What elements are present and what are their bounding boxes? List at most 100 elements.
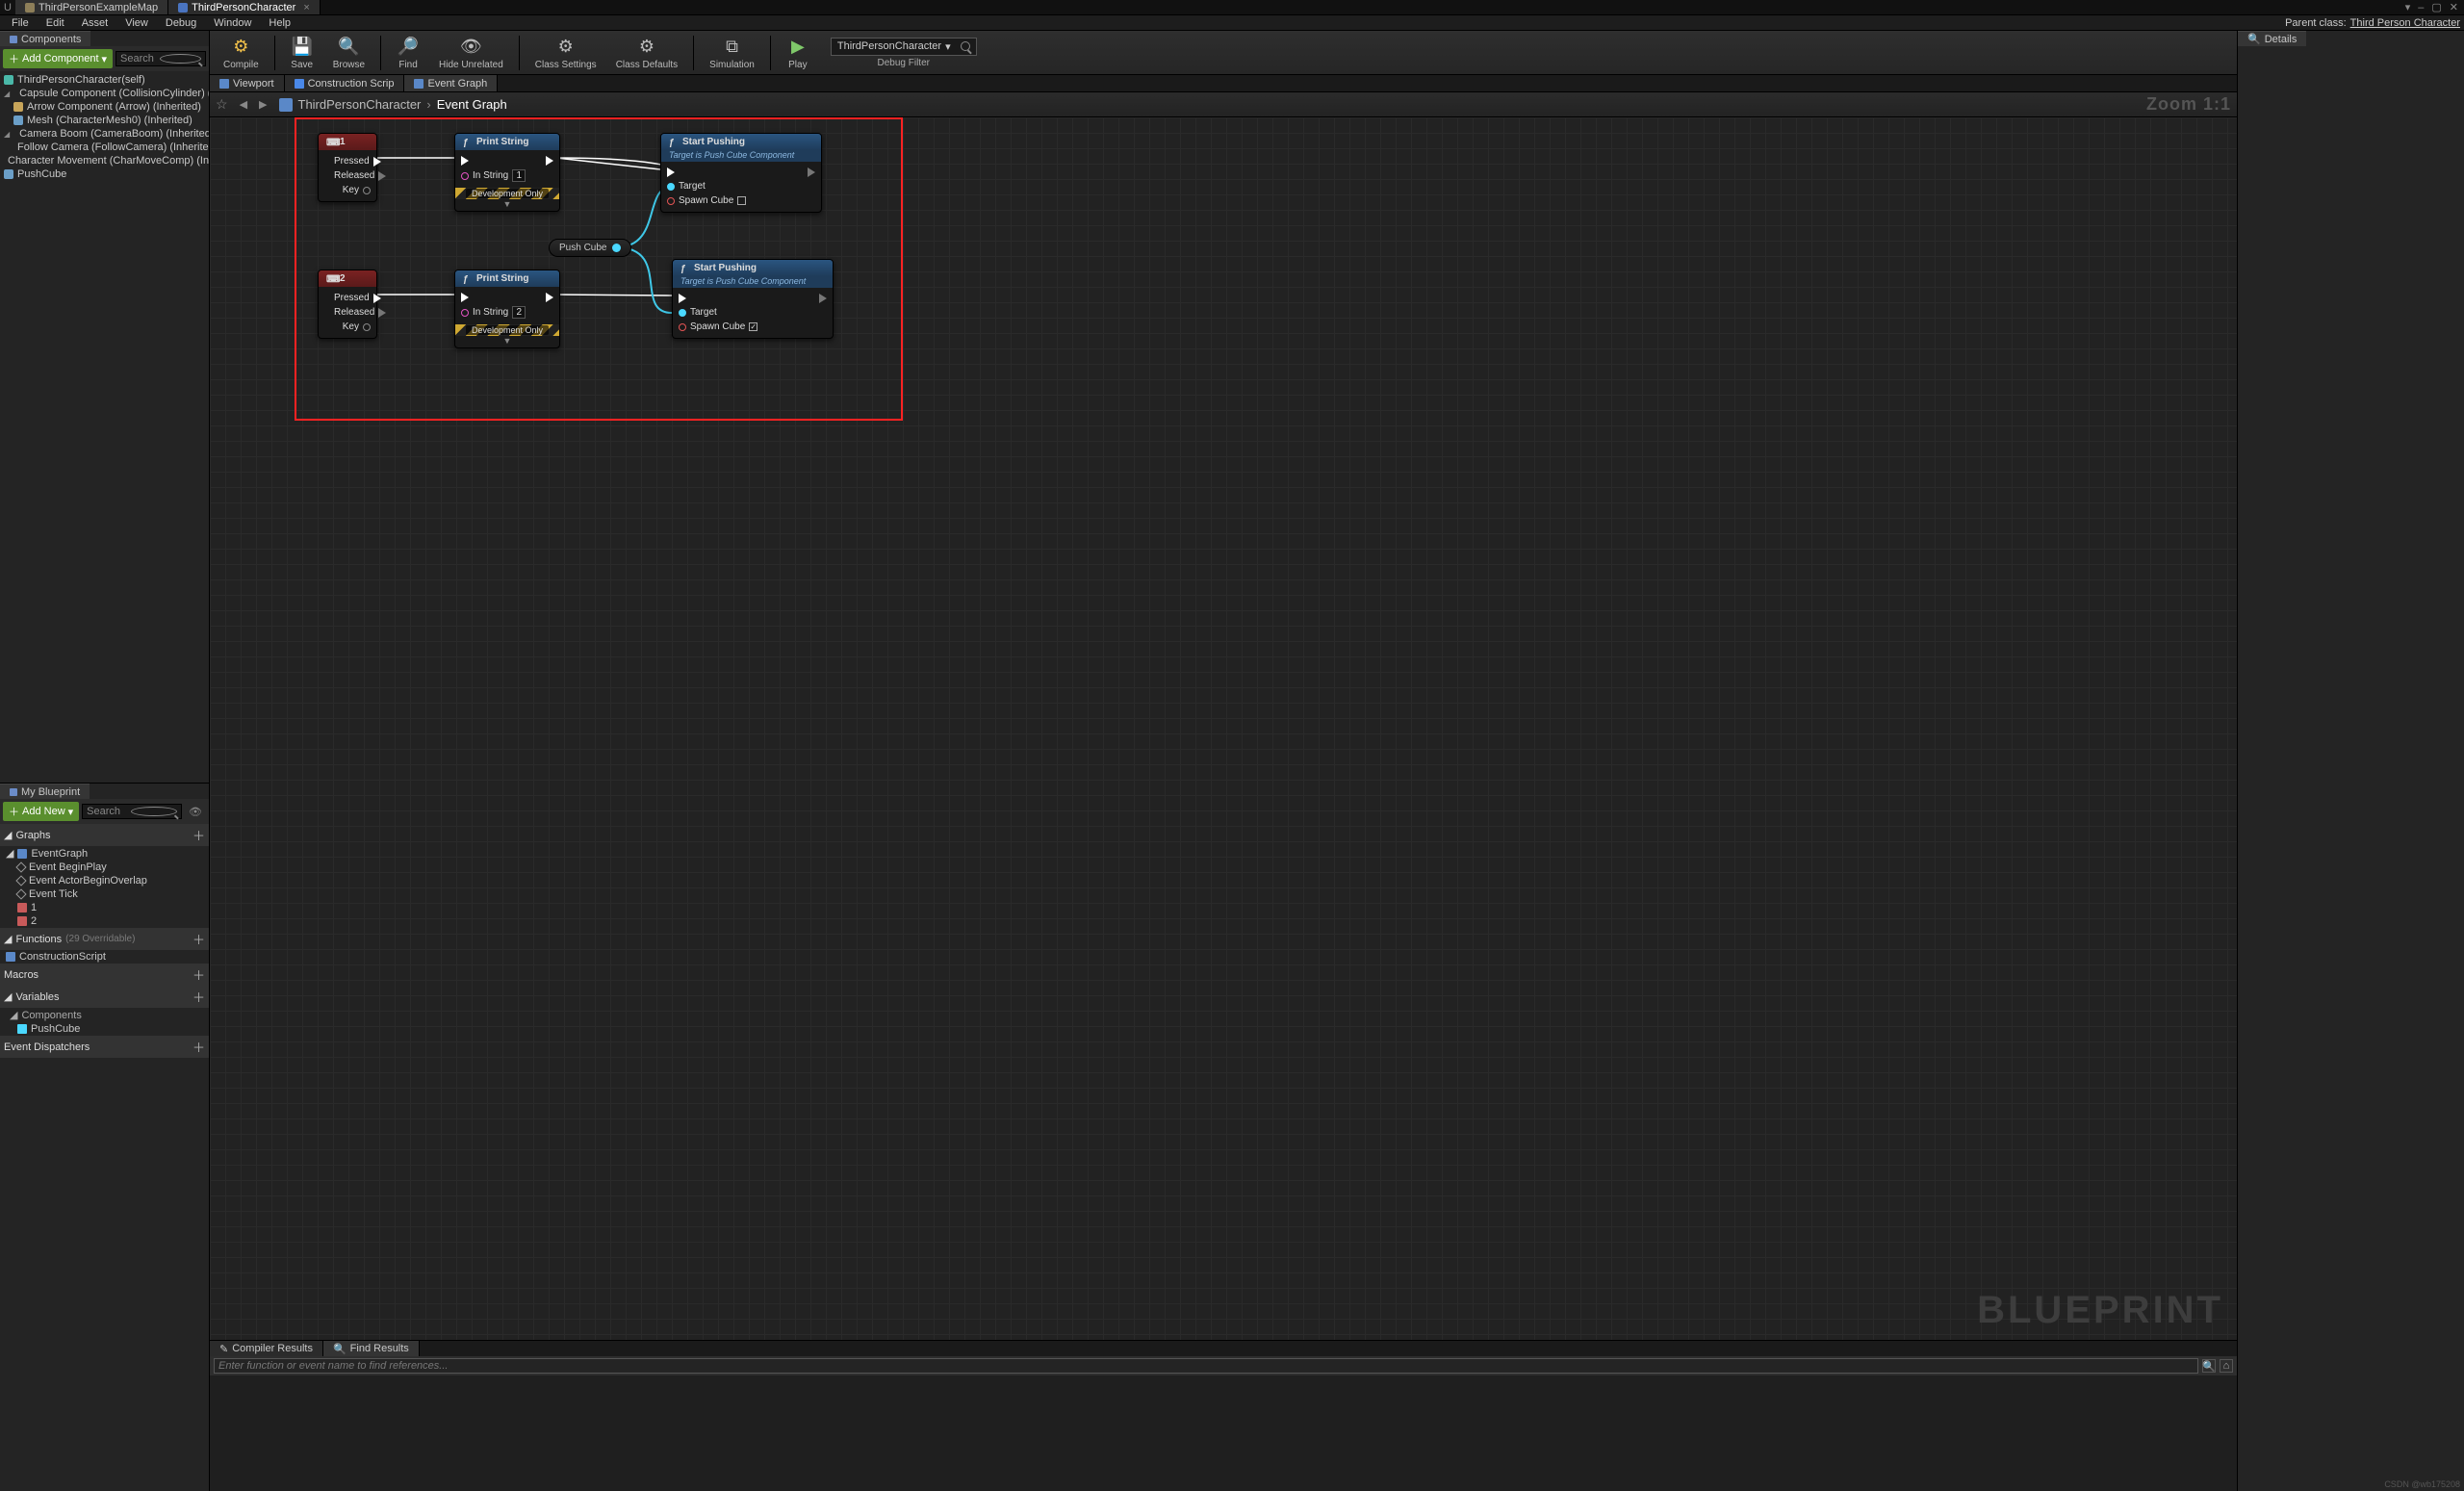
components-tab[interactable]: Components — [0, 31, 90, 46]
pin-released-out[interactable]: Released — [334, 170, 386, 181]
pin-exec-out[interactable] — [819, 294, 827, 303]
menu-debug[interactable]: Debug — [158, 17, 204, 29]
myblueprint-search[interactable]: Search — [82, 804, 182, 819]
component-tree-row[interactable]: ThirdPersonCharacter(self) — [0, 73, 209, 87]
pin-key-out[interactable]: Key — [343, 185, 371, 195]
graph-item[interactable]: ◢EventGraph — [0, 846, 209, 861]
components-tree[interactable]: ThirdPersonCharacter(self)Capsule Compon… — [0, 71, 209, 783]
component-tree-row[interactable]: PushCube — [0, 167, 209, 181]
section-functions[interactable]: ◢Functions (29 Overridable) ＋ — [0, 928, 209, 950]
tab-character-blueprint[interactable]: ThirdPersonCharacter × — [168, 0, 321, 14]
menu-edit[interactable]: Edit — [38, 17, 72, 29]
class-defaults-button[interactable]: ⚙Class Defaults — [608, 34, 685, 72]
save-button[interactable]: 💾Save — [283, 34, 321, 72]
add-new-button[interactable]: ＋ Add New ▾ — [3, 802, 79, 821]
pin-exec-out[interactable] — [546, 293, 553, 302]
graph-item[interactable]: Event BeginPlay — [0, 861, 209, 874]
pin-exec-in[interactable] — [461, 156, 469, 166]
section-dispatchers[interactable]: Event Dispatchers ＋ — [0, 1036, 209, 1058]
pin-target-in[interactable]: Target — [679, 307, 717, 318]
menu-help[interactable]: Help — [261, 17, 298, 29]
expand-node-icon[interactable]: ▼ — [455, 199, 559, 211]
node-var-pushcube[interactable]: Push Cube — [549, 239, 631, 257]
simulation-button[interactable]: ⧉Simulation — [702, 34, 762, 72]
component-tree-row[interactable]: Follow Camera (FollowCamera) (Inherited) — [0, 141, 209, 154]
graph-item[interactable]: 1 — [0, 901, 209, 914]
favorite-icon[interactable]: ☆ — [216, 96, 228, 113]
graph-item[interactable]: Event ActorBeginOverlap — [0, 874, 209, 887]
in-string-value[interactable] — [512, 306, 526, 319]
search-icon[interactable] — [961, 41, 970, 51]
class-settings-button[interactable]: ⚙Class Settings — [527, 34, 604, 72]
tab-compiler-results[interactable]: ✎Compiler Results — [210, 1341, 323, 1356]
eye-icon[interactable]: 👁 — [185, 806, 206, 818]
section-graphs[interactable]: ◢Graphs ＋ — [0, 824, 209, 846]
variable-group[interactable]: ◢Components — [0, 1008, 209, 1022]
menu-asset[interactable]: Asset — [74, 17, 116, 29]
pin-exec-out[interactable] — [546, 156, 553, 166]
pin-pressed-out[interactable]: Pressed — [334, 293, 381, 303]
plus-icon[interactable]: ＋ — [192, 930, 205, 948]
node-print-string-1[interactable]: ƒPrint String In String Development Only… — [454, 133, 560, 212]
tab-construction-script[interactable]: Construction Scrip — [285, 75, 405, 91]
my-blueprint-tab[interactable]: My Blueprint — [0, 784, 90, 799]
compile-button[interactable]: ⚙Compile — [216, 34, 267, 72]
menu-view[interactable]: View — [117, 17, 156, 29]
pin-released-out[interactable]: Released — [334, 307, 386, 318]
pin-exec-in[interactable] — [679, 294, 686, 303]
pin-exec-out[interactable] — [808, 167, 815, 177]
minimize-button[interactable]: – — [2418, 2, 2424, 13]
pin-exec-in[interactable] — [461, 293, 469, 302]
checkbox-unchecked[interactable] — [737, 196, 746, 205]
node-input-key-1[interactable]: ⌨1 Pressed Released Key — [318, 133, 377, 202]
pin-spawn-cube-in[interactable]: Spawn Cube — [679, 321, 757, 332]
component-tree-row[interactable]: Arrow Component (Arrow) (Inherited) — [0, 100, 209, 114]
expand-node-icon[interactable]: ▼ — [455, 336, 559, 347]
crumb-leaf[interactable]: Event Graph — [437, 97, 507, 112]
node-input-key-2[interactable]: ⌨2 Pressed Released Key — [318, 270, 377, 339]
function-item[interactable]: ConstructionScript — [0, 950, 209, 964]
tab-event-graph[interactable]: Event Graph — [404, 75, 498, 91]
browse-button[interactable]: 🔍Browse — [325, 34, 372, 72]
section-variables[interactable]: ◢Variables ＋ — [0, 986, 209, 1008]
find-button[interactable]: 🔎Find — [389, 34, 427, 72]
plus-icon[interactable]: ＋ — [192, 965, 205, 984]
checkbox-checked[interactable] — [749, 322, 757, 331]
plus-icon[interactable]: ＋ — [192, 988, 205, 1006]
node-start-pushing-2[interactable]: ƒStart Pushing Target is Push Cube Compo… — [672, 259, 834, 339]
plus-icon[interactable]: ＋ — [192, 1038, 205, 1056]
event-graph-canvas[interactable]: BLUEPRINT ⌨1 Pressed Released Key ƒPrint… — [210, 117, 2237, 1340]
pin-in-string[interactable]: In String — [461, 306, 526, 319]
tab-example-map[interactable]: ThirdPersonExampleMap — [15, 0, 168, 14]
hide-unrelated-button[interactable]: 👁Hide Unrelated — [431, 34, 511, 72]
node-start-pushing-1[interactable]: ƒStart Pushing Target is Push Cube Compo… — [660, 133, 822, 213]
component-tree-row[interactable]: Character Movement (CharMoveComp) (Inher… — [0, 154, 209, 167]
plus-icon[interactable]: ＋ — [192, 826, 205, 844]
pin-exec-in[interactable] — [667, 167, 675, 177]
close-button[interactable]: ✕ — [2450, 1, 2458, 13]
node-print-string-2[interactable]: ƒPrint String In String Development Only… — [454, 270, 560, 348]
crumb-root[interactable]: ThirdPersonCharacter — [298, 97, 422, 112]
components-search[interactable]: Search — [116, 51, 206, 66]
search-icon[interactable]: 🔍 — [2202, 1359, 2216, 1373]
section-macros[interactable]: Macros ＋ — [0, 964, 209, 986]
component-tree-row[interactable]: Camera Boom (CameraBoom) (Inherited) — [0, 127, 209, 141]
menu-file[interactable]: File — [4, 17, 37, 29]
graph-item[interactable]: Event Tick — [0, 887, 209, 901]
pin-spawn-cube-in[interactable]: Spawn Cube — [667, 195, 746, 206]
pin-pressed-out[interactable]: Pressed — [334, 156, 381, 167]
filter-icon[interactable]: ⌂ — [2220, 1359, 2233, 1373]
menu-window[interactable]: Window — [206, 17, 259, 29]
parent-class-link[interactable]: Third Person Character — [2350, 17, 2460, 29]
nav-back-button[interactable]: ◀ — [236, 96, 251, 113]
pin-in-string[interactable]: In String — [461, 169, 526, 182]
debug-filter-dropdown[interactable]: ThirdPersonCharacter ▾ — [831, 38, 977, 56]
find-references-input[interactable]: Enter function or event name to find ref… — [214, 1358, 2198, 1374]
graph-item[interactable]: 2 — [0, 914, 209, 928]
dropdown-icon[interactable]: ▾ — [2405, 1, 2411, 13]
variable-item[interactable]: PushCube — [0, 1022, 209, 1036]
pin-value-out[interactable] — [612, 244, 621, 252]
add-component-button[interactable]: ＋ Add Component ▾ — [3, 49, 113, 68]
play-button[interactable]: ▶Play — [779, 34, 817, 72]
close-icon[interactable]: × — [303, 2, 309, 13]
